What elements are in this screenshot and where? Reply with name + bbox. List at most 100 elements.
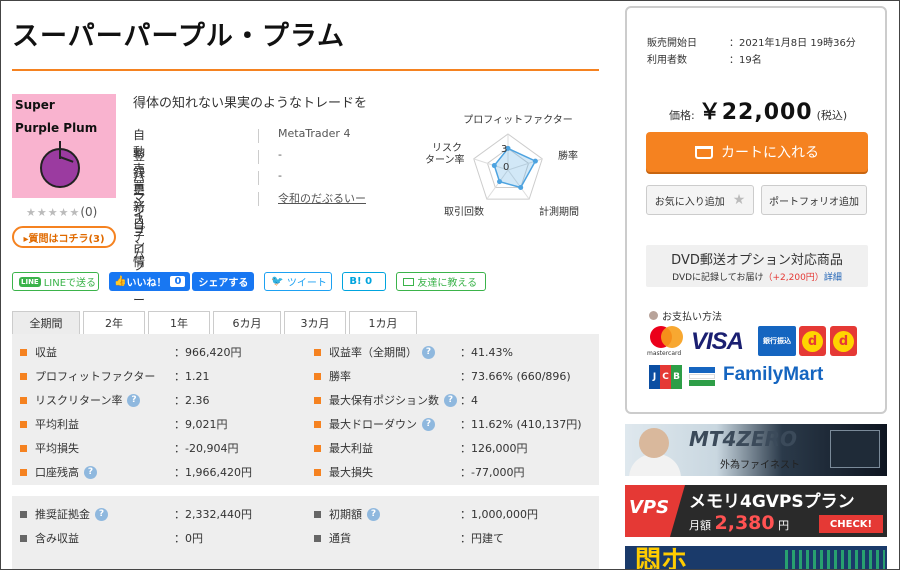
- stats-row: 口座残高? ：1,966,420円 最大損失 ：-77,000円: [12, 460, 599, 484]
- tweet-button[interactable]: 🐦 ツイート: [264, 272, 333, 291]
- mastercard-text: mastercard: [647, 350, 682, 357]
- jcb-b: B: [671, 365, 682, 389]
- tab-6m[interactable]: 6カ月: [213, 311, 281, 334]
- stat-label: 最大損失: [314, 460, 373, 484]
- tab-1m[interactable]: 1カ月: [349, 311, 417, 334]
- bullet-square-icon: [20, 348, 27, 356]
- stat-label-text: 初期額: [329, 508, 362, 521]
- dpayment-mark: d: [802, 330, 823, 352]
- stat-label: 推奨証拠金?: [20, 502, 108, 526]
- add-favorite-button[interactable]: お気に入り追加 ★: [646, 185, 754, 215]
- bullet-square-icon: [314, 396, 321, 404]
- radar-label-right: 勝率: [558, 149, 578, 162]
- bullet-square-icon: [314, 420, 321, 428]
- stat-value: ：2.36: [174, 394, 210, 407]
- help-icon[interactable]: ?: [127, 393, 141, 407]
- bullet-square-icon: [314, 348, 321, 356]
- radar-tick-0: 0: [503, 162, 509, 173]
- dvd-detail-link[interactable]: 詳細: [824, 273, 842, 283]
- tab-2y[interactable]: 2年: [83, 311, 145, 334]
- stat-value: ：0円: [174, 532, 203, 545]
- jcb-c: C: [660, 365, 671, 389]
- stat-label-text: リスクリターン率: [35, 394, 123, 407]
- bullet-square-icon: [20, 372, 27, 380]
- add-to-cart-button[interactable]: カートに入れる: [646, 132, 868, 172]
- line-share-button[interactable]: LINE LINEで送る: [12, 272, 99, 291]
- stat-value: ：-20,904円: [174, 442, 239, 455]
- radar-point: [491, 163, 497, 169]
- stat-value: ：1,000,000円: [460, 508, 538, 521]
- sale-start-value: ：2021年1月8日 19時36分: [729, 38, 856, 49]
- vps-price-prefix: 月額: [689, 519, 711, 532]
- radar-label-left-2: ターン率: [425, 153, 465, 166]
- radar-label-top: プロフィットファクター: [463, 114, 572, 126]
- users: 利用者数 ：19名: [647, 51, 762, 66]
- line-icon: LINE: [19, 276, 41, 287]
- star-icon: ★: [732, 192, 746, 208]
- mt4zero-banner[interactable]: MT4ZERO 外為ファイネスト: [625, 424, 887, 476]
- help-icon[interactable]: ?: [95, 507, 108, 521]
- stat-value: ：41.43%: [460, 346, 513, 359]
- profile-link[interactable]: 令和のだぶるいー: [278, 190, 366, 206]
- help-icon[interactable]: ?: [422, 345, 435, 359]
- stat-value: ：2,332,440円: [174, 508, 252, 521]
- purchase-panel: 販売開始日 ：2021年1月8日 19時36分 利用者数 ：19名 価格: ￥22,…: [625, 6, 887, 414]
- thumbnail-line-1: Super: [15, 98, 55, 112]
- bullet-square-icon: [20, 534, 27, 542]
- mt4zero-title: MT4ZERO: [689, 427, 798, 451]
- stat-label-text: 収益率（全期間）: [329, 346, 417, 359]
- stat-value: ：-77,000円: [460, 466, 525, 479]
- vps-price-suffix: 円: [778, 519, 790, 532]
- thumbnail-line-2: Purple Plum: [15, 121, 98, 135]
- page-title: スーパーパープル・プラム: [12, 21, 346, 52]
- dvd-option-box: DVD郵送オプション対応商品 DVDに記録してお届け（+2,200円）詳細: [646, 245, 868, 287]
- help-icon[interactable]: ?: [367, 507, 380, 521]
- tab-all[interactable]: 全期間: [12, 311, 80, 334]
- bottom-banner[interactable]: 悶ホ: [625, 546, 887, 570]
- facebook-share-button[interactable]: シェアする: [192, 272, 255, 291]
- person-head: [639, 428, 669, 458]
- stat-label-text: 最大保有ポジション数: [329, 394, 439, 407]
- mail-icon: [403, 277, 415, 286]
- stat-label: 初期額?: [314, 502, 380, 526]
- stat-label: 収益率（全期間）?: [314, 340, 435, 364]
- stat-label: 口座残高?: [20, 460, 97, 484]
- thumbs-up-icon: 👍: [114, 276, 127, 287]
- question-button[interactable]: ▸質問はコチラ(3): [12, 226, 116, 248]
- radar-label-left-1: リスク: [432, 142, 462, 154]
- add-to-cart-label: カートに入れる: [721, 145, 819, 161]
- bank-transfer-logo: 銀行振込: [758, 326, 796, 356]
- cart-icon: [695, 145, 713, 159]
- stat-label-text: 平均利益: [35, 418, 79, 431]
- bullet-square-icon: [20, 468, 27, 476]
- bullet-square-icon: [20, 444, 27, 452]
- bullet-square-icon: [314, 510, 321, 518]
- price-value: ￥22,000: [698, 100, 813, 125]
- facebook-like-button[interactable]: 👍 いいね！ 0: [109, 272, 191, 291]
- tablet-icon: [830, 430, 880, 468]
- stat-value: ：11.62% (410,137円): [460, 418, 582, 431]
- vps-banner[interactable]: VPS メモリ4GVPSプラン 月額 2,380 円 CHECK!: [625, 485, 887, 537]
- info-separator: [258, 129, 259, 143]
- tab-3m[interactable]: 3カ月: [284, 311, 346, 334]
- bottom-banner-text: 悶ホ: [635, 546, 688, 570]
- help-icon[interactable]: ?: [444, 393, 457, 407]
- radar-point: [532, 158, 538, 164]
- help-icon[interactable]: ?: [84, 465, 97, 479]
- dvd-subtext: DVDに記録してお届け（+2,200円）詳細: [646, 270, 868, 283]
- add-portfolio-button[interactable]: ポートフォリオ追加: [761, 185, 867, 215]
- hatena-bookmark-button[interactable]: B! 0: [342, 272, 387, 291]
- sale-start: 販売開始日 ：2021年1月8日 19時36分: [647, 34, 856, 49]
- stat-label: 勝率: [314, 364, 351, 388]
- tab-1y[interactable]: 1年: [148, 311, 210, 334]
- stat-label: プロフィットファクター: [20, 364, 155, 388]
- info-separator: [258, 150, 259, 164]
- payment-title-text: お支払い方法: [662, 312, 722, 323]
- fb-like-label: いいね！: [126, 278, 167, 289]
- stat-label: リスクリターン率?: [20, 388, 141, 412]
- product-tagline: 得体の知れない果実のようなトレードを: [133, 96, 368, 111]
- stats-row: リスクリターン率? ：2.36 最大保有ポジション数? ：4: [12, 388, 599, 412]
- vps-check-badge: CHECK!: [819, 515, 883, 533]
- tell-friend-button[interactable]: 友達に教える: [396, 272, 487, 291]
- help-icon[interactable]: ?: [422, 417, 435, 431]
